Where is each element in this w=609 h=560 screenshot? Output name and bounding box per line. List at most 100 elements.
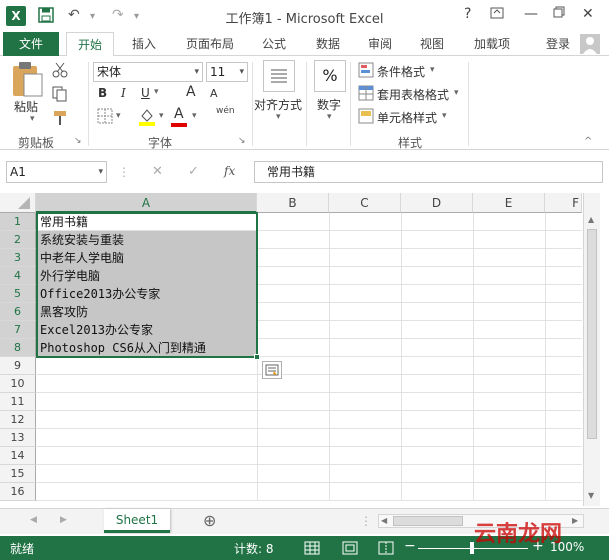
row-header[interactable]: 10 (0, 375, 36, 393)
font-size-box[interactable]: 11 ▾ (206, 62, 248, 82)
page-break-view-icon[interactable] (378, 540, 394, 556)
tab-formulas[interactable]: 公式 (252, 32, 296, 56)
scroll-right-icon[interactable]: ▶ (572, 516, 578, 525)
name-box[interactable]: A1 ▾ (6, 161, 107, 183)
cell-a3[interactable]: 中老年人学电脑 (37, 249, 124, 267)
cell-a1[interactable]: 常用书籍 (37, 213, 88, 231)
clipboard-launcher-icon[interactable]: ↘ (74, 136, 82, 146)
quick-analysis-icon[interactable] (262, 361, 282, 379)
formula-input[interactable]: 常用书籍 (254, 161, 603, 183)
minimize-button[interactable]: — (524, 6, 538, 22)
scroll-down-icon[interactable]: ▼ (588, 491, 594, 500)
cell-styles-button[interactable]: 单元格样式 (377, 109, 437, 126)
sheet-tab-sheet1[interactable]: Sheet1 (104, 509, 170, 533)
paste-dropdown-icon[interactable]: ▾ (30, 114, 35, 124)
normal-view-icon[interactable] (304, 540, 320, 556)
row-header[interactable]: 15 (0, 465, 36, 483)
underline-dropdown-icon[interactable]: ▾ (154, 87, 159, 97)
vertical-scroll-thumb[interactable] (587, 229, 597, 439)
select-all-corner[interactable] (0, 193, 36, 213)
number-dropdown-icon[interactable]: ▾ (327, 112, 332, 122)
scroll-left-icon[interactable]: ◀ (381, 516, 387, 525)
avatar-icon[interactable] (580, 34, 600, 54)
next-sheet-icon[interactable]: ▶ (60, 515, 67, 525)
row-header[interactable]: 6 (0, 303, 36, 321)
row-header[interactable]: 13 (0, 429, 36, 447)
shrink-font-button[interactable]: A (210, 87, 218, 100)
tab-file[interactable]: 文件 (3, 32, 59, 56)
row-header[interactable]: 9 (0, 357, 36, 375)
fill-color-dropdown-icon[interactable]: ▾ (159, 111, 164, 121)
tab-page-layout[interactable]: 页面布局 (178, 32, 242, 56)
zoom-out-icon[interactable]: − (404, 538, 416, 554)
row-header[interactable]: 5 (0, 285, 36, 303)
vertical-scrollbar[interactable]: ▲ ▼ (583, 193, 600, 506)
row-header[interactable]: 3 (0, 249, 36, 267)
cell-styles-icon[interactable] (358, 108, 374, 124)
cell-a2[interactable]: 系统安装与重装 (37, 231, 124, 249)
ribbon-display-button[interactable] (490, 6, 504, 20)
font-color-button[interactable]: A (174, 106, 184, 122)
cell-a6[interactable]: 黑客攻防 (37, 303, 88, 321)
alignment-dropdown-icon[interactable]: ▾ (276, 112, 281, 122)
cell-a8[interactable]: Photoshop CS6从入门到精通 (37, 339, 206, 357)
bold-button[interactable]: B (98, 86, 107, 100)
column-header-e[interactable]: E (473, 193, 545, 213)
column-header-f[interactable]: F (545, 193, 582, 213)
paste-icon[interactable] (10, 60, 44, 98)
percent-icon[interactable]: % (314, 60, 346, 92)
conditional-format-dropdown-icon[interactable]: ▾ (430, 65, 435, 75)
enter-icon[interactable]: ✓ (188, 164, 199, 179)
collapse-ribbon-icon[interactable]: ^ (584, 136, 592, 147)
format-table-icon[interactable] (358, 85, 374, 101)
number-format-button[interactable]: 数字 (317, 96, 341, 113)
page-layout-view-icon[interactable] (342, 540, 358, 556)
conditional-format-button[interactable]: 条件格式 (377, 63, 425, 80)
column-header-b[interactable]: B (257, 193, 329, 213)
cancel-icon[interactable]: ✕ (152, 164, 163, 179)
font-name-box[interactable]: 宋体 ▾ (93, 62, 203, 82)
paste-button[interactable]: 粘贴 (14, 98, 38, 115)
phonetic-button[interactable]: wén (216, 106, 235, 116)
format-table-dropdown-icon[interactable]: ▾ (454, 88, 459, 98)
prev-sheet-icon[interactable]: ◀ (30, 515, 37, 525)
cut-icon[interactable] (52, 62, 68, 78)
italic-button[interactable]: I (121, 86, 126, 100)
row-header[interactable]: 11 (0, 393, 36, 411)
add-sheet-icon[interactable]: ⊕ (203, 511, 216, 530)
tab-view[interactable]: 视图 (410, 32, 454, 56)
fill-color-icon[interactable] (138, 106, 156, 126)
scroll-up-icon[interactable]: ▲ (588, 215, 594, 224)
horizontal-scroll-thumb[interactable] (393, 516, 463, 526)
borders-dropdown-icon[interactable]: ▾ (116, 111, 121, 121)
row-header[interactable]: 12 (0, 411, 36, 429)
alignment-button[interactable]: 对齐方式 (254, 96, 302, 113)
fill-handle[interactable] (254, 354, 260, 360)
tab-insert[interactable]: 插入 (122, 32, 166, 56)
row-header[interactable]: 8 (0, 339, 36, 357)
cell-a5[interactable]: Office2013办公专家 (37, 285, 160, 303)
column-header-c[interactable]: C (329, 193, 401, 213)
cell-a4[interactable]: 外行学电脑 (37, 267, 100, 285)
help-button[interactable]: ? (464, 6, 471, 22)
copy-icon[interactable] (52, 86, 68, 102)
restore-button[interactable] (553, 6, 565, 18)
borders-icon[interactable] (97, 108, 113, 124)
conditional-format-icon[interactable] (358, 62, 374, 78)
font-launcher-icon[interactable]: ↘ (238, 136, 246, 146)
alignment-icon[interactable] (263, 60, 295, 92)
tab-review[interactable]: 审阅 (358, 32, 402, 56)
row-header[interactable]: 2 (0, 231, 36, 249)
worksheet-grid[interactable]: A B C D E F 1 2 3 4 5 6 7 8 9 10 11 12 1… (0, 193, 600, 506)
tab-home[interactable]: 开始 (66, 32, 114, 57)
row-header[interactable]: 7 (0, 321, 36, 339)
tab-addins[interactable]: 加载项 (466, 32, 518, 56)
close-button[interactable]: ✕ (582, 6, 594, 22)
format-painter-icon[interactable] (52, 110, 68, 126)
row-header[interactable]: 16 (0, 483, 36, 501)
row-header[interactable]: 1 (0, 213, 36, 231)
format-table-button[interactable]: 套用表格格式 (377, 86, 449, 103)
tab-data[interactable]: 数据 (306, 32, 350, 56)
font-color-dropdown-icon[interactable]: ▾ (192, 111, 197, 121)
login-link[interactable]: 登录 (540, 32, 576, 56)
